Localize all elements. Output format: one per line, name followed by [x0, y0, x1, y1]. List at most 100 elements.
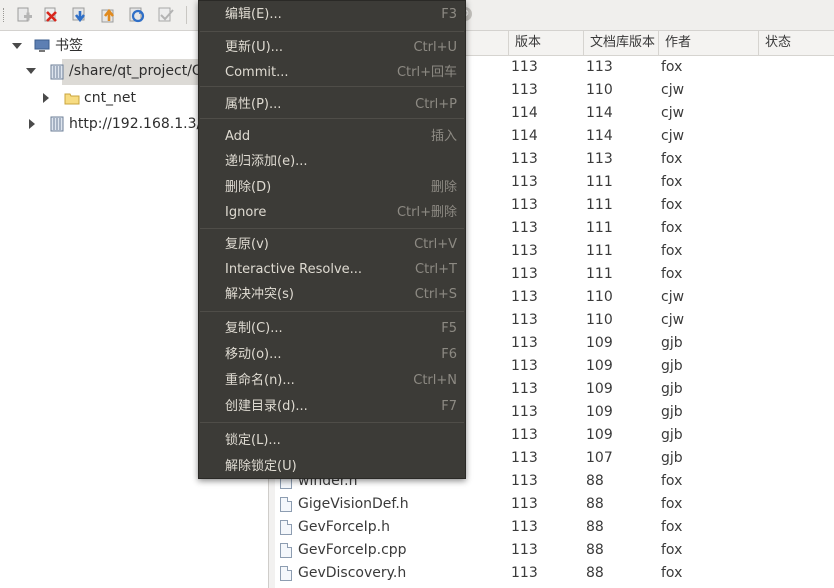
cell-author: fox — [661, 470, 682, 493]
delete-icon[interactable] — [42, 6, 60, 24]
cell-author: gjb — [661, 401, 683, 424]
column-header-repo-version[interactable]: 文档库版本 — [583, 31, 658, 55]
cell-author: fox — [661, 562, 682, 585]
menu-item[interactable]: 重命名(n)...Ctrl+N — [199, 369, 465, 393]
cell-version: 113 — [511, 240, 538, 263]
cell-version: 113 — [511, 470, 538, 493]
menu-item-shortcut: 插入 — [431, 125, 457, 149]
menu-separator — [200, 31, 464, 32]
file-icon — [280, 520, 292, 535]
table-row[interactable]: GevDiscovery.h11388fox — [275, 562, 834, 585]
column-header-author[interactable]: 作者 — [658, 31, 763, 55]
cell-repo-version: 88 — [586, 493, 604, 516]
menu-item-label: 复制(C)... — [225, 317, 283, 341]
menu-item[interactable]: 解决冲突(s)Ctrl+S — [199, 283, 465, 307]
check-icon[interactable] — [157, 6, 175, 24]
menu-item-label: 复原(v) — [225, 233, 269, 257]
cell-version: 113 — [511, 562, 538, 585]
menu-item[interactable]: 复原(v)Ctrl+V — [199, 233, 465, 257]
menu-item-label: Add — [225, 125, 250, 149]
menu-item-shortcut: F7 — [441, 395, 457, 419]
menu-item[interactable]: 递归添加(e)... — [199, 150, 465, 174]
menu-item[interactable]: 锁定(L)... — [199, 429, 465, 453]
menu-item-label: 移动(o)... — [225, 343, 282, 367]
menu-item[interactable]: Commit...Ctrl+回车 — [199, 61, 465, 85]
collapse-arrow-icon[interactable] — [29, 119, 35, 129]
menu-item[interactable]: 复制(C)...F5 — [199, 317, 465, 341]
cell-author: fox — [661, 194, 682, 217]
menu-separator — [200, 422, 464, 423]
table-row[interactable]: GevForceIp.cpp11388fox — [275, 539, 834, 562]
cell-repo-version: 88 — [586, 470, 604, 493]
menu-item-shortcut: Ctrl+U — [413, 36, 457, 60]
tree-label-repo-local: /share/qt_project/G — [69, 59, 203, 83]
menu-item[interactable]: Add 插入 — [199, 125, 465, 149]
menu-item-label: Interactive Resolve... — [225, 258, 362, 282]
expand-arrow-icon[interactable] — [26, 68, 36, 74]
menu-item-shortcut: Ctrl+S — [415, 283, 457, 307]
cell-version: 113 — [511, 217, 538, 240]
cell-repo-version: 111 — [586, 263, 613, 286]
menu-item[interactable]: 编辑(E)...F3 — [199, 3, 465, 27]
download-icon[interactable] — [71, 6, 89, 24]
menu-separator — [200, 311, 464, 312]
table-row[interactable]: GigeVisionDef.h11388fox — [275, 493, 834, 516]
column-header-status[interactable]: 状态 — [758, 31, 834, 55]
cell-repo-version: 110 — [586, 309, 613, 332]
tree-label-repo-remote: http://192.168.1.3/s — [69, 112, 209, 136]
menu-item[interactable]: Interactive Resolve... Ctrl+T — [199, 258, 465, 282]
cell-repo-version: 111 — [586, 171, 613, 194]
cell-filename: GevForceIp.cpp — [298, 539, 407, 562]
cell-repo-version: 111 — [586, 194, 613, 217]
cell-author: gjb — [661, 424, 683, 447]
cell-repo-version: 109 — [586, 355, 613, 378]
repository-icon — [49, 64, 65, 80]
folder-icon — [64, 92, 80, 105]
tree-label-bookmarks: 书签 — [55, 34, 83, 58]
expand-arrow-icon[interactable] — [12, 43, 22, 49]
menu-item[interactable]: 更新(U)... Ctrl+U — [199, 36, 465, 60]
menu-item[interactable]: 创建目录(d)...F7 — [199, 395, 465, 419]
cell-author: gjb — [661, 355, 683, 378]
cell-version: 114 — [511, 102, 538, 125]
menu-item[interactable]: 删除(D)删除 — [199, 176, 465, 200]
computer-icon — [34, 39, 50, 53]
menu-item-shortcut: F3 — [441, 3, 457, 27]
cell-version: 113 — [511, 171, 538, 194]
cell-repo-version: 111 — [586, 217, 613, 240]
toolbar-grip[interactable] — [3, 8, 7, 22]
toolbar-separator — [186, 6, 187, 24]
cell-version: 113 — [511, 401, 538, 424]
cell-author: fox — [661, 148, 682, 171]
table-row[interactable]: GevForceIp.h11388fox — [275, 516, 834, 539]
menu-item[interactable]: 解除锁定(U) — [199, 455, 465, 479]
cell-version: 113 — [511, 332, 538, 355]
menu-item-label: 删除(D) — [225, 176, 271, 200]
cell-version: 113 — [511, 148, 538, 171]
cell-version: 113 — [511, 263, 538, 286]
cell-version: 113 — [511, 286, 538, 309]
cell-version: 113 — [511, 309, 538, 332]
menu-item-label: Ignore — [225, 201, 266, 225]
collapse-arrow-icon[interactable] — [43, 93, 49, 103]
add-icon[interactable] — [15, 6, 33, 24]
column-header-version[interactable]: 版本 — [508, 31, 583, 55]
menu-item[interactable]: 属性(P)...Ctrl+P — [199, 93, 465, 117]
cell-version: 113 — [511, 378, 538, 401]
cell-filename: GevForceIp.h — [298, 516, 390, 539]
upload-icon[interactable] — [100, 6, 118, 24]
cell-version: 113 — [511, 79, 538, 102]
cell-author: cjw — [661, 309, 684, 332]
file-icon — [280, 497, 292, 512]
refresh-icon[interactable] — [128, 6, 146, 24]
menu-item[interactable]: IgnoreCtrl+删除 — [199, 201, 465, 225]
cell-author: gjb — [661, 378, 683, 401]
cell-version: 113 — [511, 194, 538, 217]
cell-author: fox — [661, 217, 682, 240]
cell-repo-version: 88 — [586, 562, 604, 585]
cell-author: fox — [661, 493, 682, 516]
menu-item-label: 锁定(L)... — [225, 429, 281, 453]
menu-item-shortcut: Ctrl+T — [415, 258, 457, 282]
menu-item[interactable]: 移动(o)...F6 — [199, 343, 465, 367]
menu-item-label: 更新(U)... — [225, 36, 283, 60]
